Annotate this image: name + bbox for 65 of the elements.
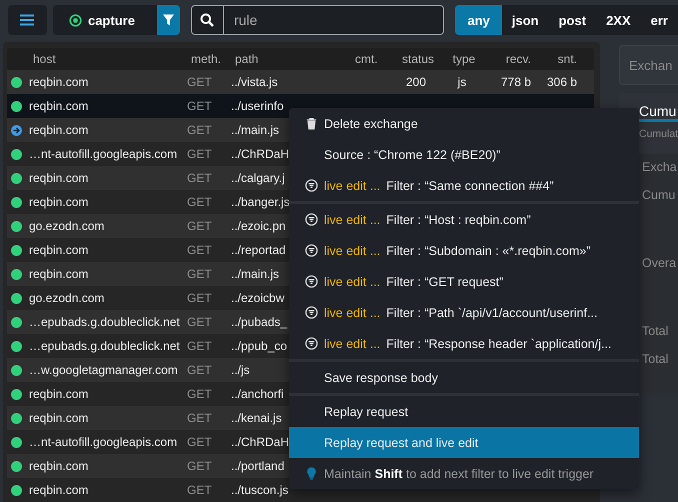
table-cell-text: 778 b: [500, 75, 532, 89]
table-cell: GET: [187, 363, 212, 377]
table-cell: …nt-autofill.googleapis.com: [29, 435, 178, 449]
table-cell: ../js: [231, 363, 250, 377]
table-cell: ../main.js: [231, 123, 280, 137]
table-cell: reqbin.com: [29, 99, 88, 113]
table-cell: ../ezoicbw: [231, 291, 284, 305]
table-cell: GET: [187, 75, 212, 89]
table-cell: reqbin.com: [29, 483, 88, 497]
table-cell: GET: [187, 459, 212, 473]
table-cell: ../reportad: [231, 243, 286, 257]
table-cell: ../kenai.js: [231, 411, 282, 425]
table-cell: …epubads.g.doubleclick.net: [29, 339, 180, 353]
table-cell: ../main.js: [231, 267, 280, 281]
table-cell: …w.googletagmanager.com: [29, 363, 178, 377]
table-cell: GET: [187, 195, 212, 209]
table-cell: GET: [187, 171, 212, 185]
table-cell: go.ezodn.com: [29, 291, 104, 305]
hint-text: Maintain Shift to add next filter to live edit trigger: [324, 466, 594, 480]
table-cell: GET: [187, 219, 212, 233]
table-cell: reqbin.com: [29, 243, 88, 257]
table-cell: ../ChRDaH: [231, 435, 290, 449]
table-cell: ../vista.js: [231, 75, 278, 89]
table-cell: …epubads.g.doubleclick.net: [29, 315, 180, 329]
table-cell: ../ezoic.pn: [231, 219, 286, 233]
stat-label: Excha: [642, 160, 677, 176]
table-cell: go.ezodn.com: [29, 219, 104, 233]
table-cell: 200: [406, 75, 426, 89]
table-cell: reqbin.com: [29, 171, 88, 185]
stat-label: Total: [642, 352, 668, 368]
table-cell: reqbin.com: [29, 411, 88, 425]
table-cell: GET: [187, 315, 212, 329]
stat-label: Overa: [642, 256, 676, 272]
table-cell: reqbin.com: [29, 387, 88, 401]
table-cell: reqbin.com: [29, 195, 88, 209]
table-cell-text: 306 b: [546, 75, 578, 89]
stat-label: Total: [642, 324, 668, 340]
table-cell: GET: [187, 483, 212, 497]
table-cell: ../portland: [231, 459, 284, 473]
table-cell: ../userinfo: [231, 99, 284, 113]
table-cell: reqbin.com: [29, 459, 88, 473]
table-cell: ../pubads_: [231, 315, 288, 329]
table-cell: reqbin.com: [29, 267, 88, 281]
table-cell: …nt-autofill.googleapis.com: [29, 147, 178, 161]
table-cell: reqbin.com: [29, 75, 88, 89]
table-cell: GET: [187, 147, 212, 161]
table-cell: GET: [187, 435, 212, 449]
table-cell: GET: [187, 267, 212, 281]
table-cell: GET: [187, 339, 212, 353]
stats-subtitle: Cumulat: [639, 128, 678, 140]
table-cell: GET: [187, 123, 212, 137]
table-cell: ../anchorfi: [231, 387, 284, 401]
table-cell: GET: [187, 411, 212, 425]
table-cell: ../tuscon.js: [231, 483, 288, 497]
table-cell: js: [458, 75, 466, 89]
table-cell: ../banger.js: [231, 195, 290, 209]
table-cell: ../ChRDaH: [231, 147, 290, 161]
table-cell: GET: [187, 99, 212, 113]
table-cell: reqbin.com: [29, 123, 88, 137]
table-cell: ../calgary.j: [231, 171, 285, 185]
table-cell: GET: [187, 291, 212, 305]
table-cell: ../ppub_co: [231, 339, 288, 353]
table-cell: GET: [187, 387, 212, 401]
stat-label: Cumu: [642, 188, 676, 204]
table-cell: GET: [187, 243, 212, 257]
